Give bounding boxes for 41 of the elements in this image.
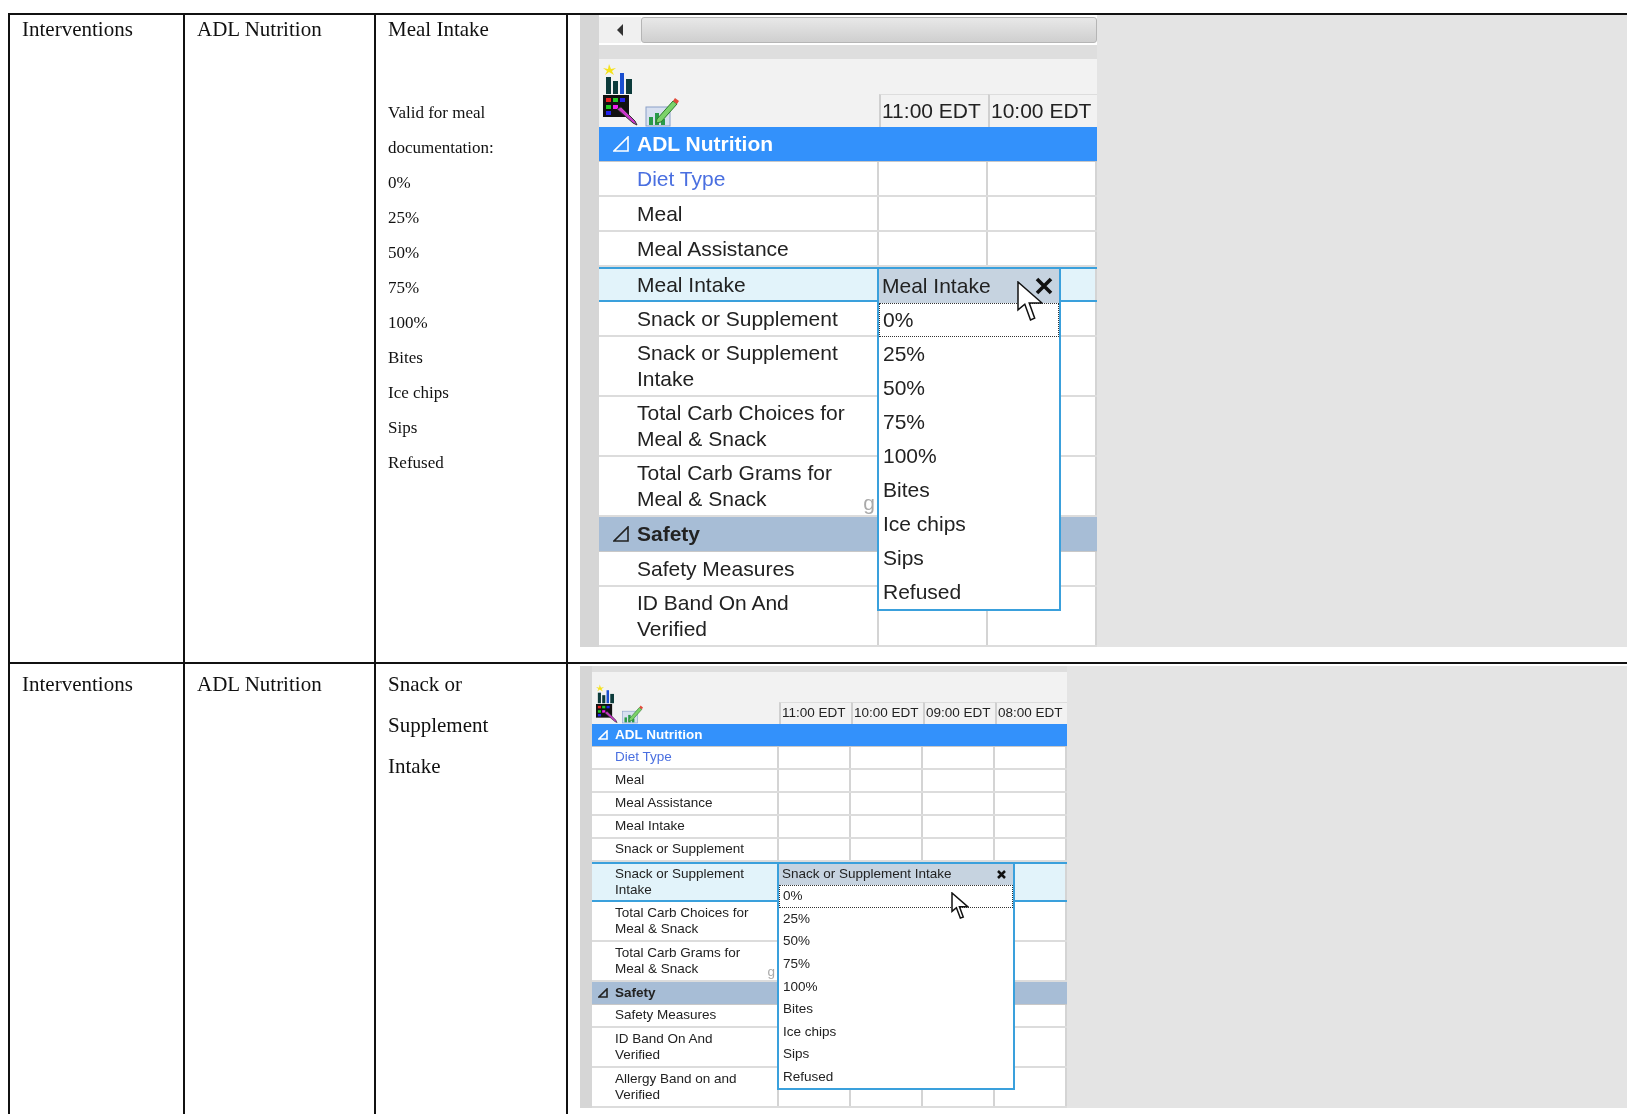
row-label: Meal Assistance (637, 235, 790, 262)
popup-title: Snack or Supplement Intake (782, 865, 952, 884)
group-text: ADL Nutrition (197, 16, 323, 43)
category-text: Interventions (22, 16, 134, 43)
row-label: Total Carb Choices for Meal & Snack (615, 904, 750, 938)
note-text: Sips (388, 417, 419, 439)
unit-label: g (863, 489, 876, 515)
section-label: ADL Nutrition (637, 131, 774, 158)
row-label: Safety Measures (637, 555, 796, 582)
popup-title: Meal Intake (882, 273, 991, 300)
note-text: 75% (388, 277, 421, 299)
row-label: Snack or Supplement Intake (637, 340, 839, 392)
unit-label: g (767, 963, 776, 980)
row-label: Total Carb Grams for Meal & Snack (637, 460, 833, 512)
row-label: Total Carb Grams for Meal & Snack (615, 944, 742, 978)
note-text: 50% (388, 242, 421, 264)
row-label: Snack or Supplement (637, 305, 839, 332)
row-label: Meal (615, 772, 646, 789)
item-title: Snack or Supplement Intake (388, 671, 490, 780)
row-label: Meal Assistance (615, 795, 714, 812)
section-label: Safety (615, 983, 656, 1002)
row-label: ID Band On And Verified (615, 1030, 714, 1064)
row-label: Meal Intake (637, 271, 747, 298)
item-title: Meal Intake (388, 16, 490, 43)
note-text: 25% (388, 207, 421, 229)
note-text: Refused (388, 452, 445, 474)
section-label: ADL Nutrition (615, 725, 703, 744)
section-label: Safety (637, 521, 701, 548)
note-text: Ice chips (388, 382, 450, 404)
row-label: Meal (637, 200, 684, 227)
category-text: Interventions (22, 671, 134, 698)
note-text: Bites (388, 347, 424, 369)
row-label: Snack or Supplement Intake (615, 865, 746, 899)
note-text: 0% (388, 172, 412, 194)
group-text: ADL Nutrition (197, 671, 323, 698)
note-text: Valid for meal documentation: (388, 102, 495, 159)
row-label: Safety Measures (615, 1007, 718, 1024)
row-label: Meal Intake (615, 818, 686, 835)
row-label: Total Carb Choices for Meal & Snack (637, 400, 846, 452)
row-label: Snack or Supplement (615, 841, 746, 858)
note-text: 100% (388, 312, 429, 334)
